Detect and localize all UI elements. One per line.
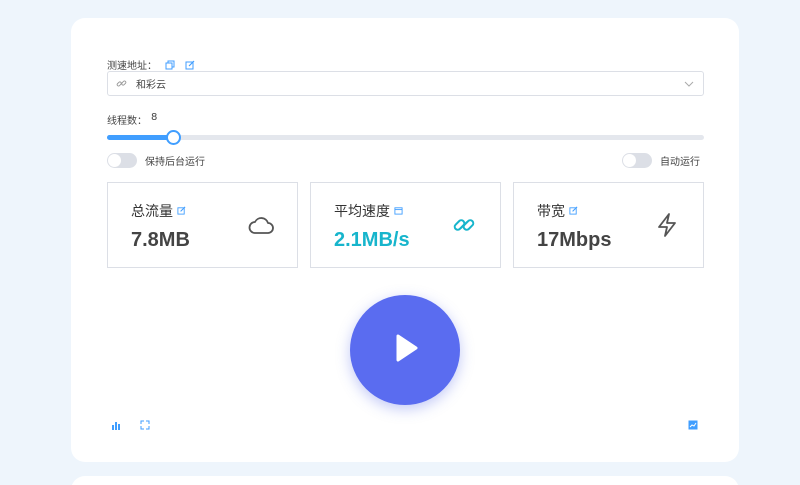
copy-icon[interactable] — [163, 58, 177, 72]
keep-background-label: 保持后台运行 — [145, 157, 205, 168]
link-icon — [116, 77, 130, 91]
threads-slider[interactable] — [107, 130, 704, 145]
secondary-card — [71, 476, 739, 485]
stat-title: 带宽 — [537, 201, 579, 221]
auto-run-row: 自动运行 — [622, 153, 700, 168]
auto-run-switch[interactable] — [622, 153, 652, 168]
edit-icon[interactable] — [177, 206, 187, 216]
fullscreen-icon[interactable] — [138, 418, 152, 432]
stat-title: 总流量 — [131, 201, 187, 221]
address-label-row: 测速地址： — [107, 57, 197, 72]
selected-source: 和彩云 — [136, 80, 166, 91]
total-traffic-value: 7.8MB — [131, 229, 190, 251]
keep-background-row: 保持后台运行 — [107, 153, 205, 168]
auto-run-label: 自动运行 — [660, 157, 700, 168]
threads-row: 线程数： 8 — [107, 112, 157, 127]
cloud-icon — [247, 211, 275, 239]
chain-link-icon — [450, 211, 478, 239]
slider-fill — [107, 135, 173, 140]
total-traffic-title: 总流量 — [131, 204, 173, 220]
avg-speed-value: 2.1MB/s — [334, 229, 410, 251]
speedtest-card: 测速地址： 和彩云 线程数： 8 保持后台运行 自动运行 总流量 7.8MB 平… — [71, 18, 739, 462]
keep-background-switch[interactable] — [107, 153, 137, 168]
image-chart-icon[interactable] — [686, 418, 700, 432]
start-test-button[interactable] — [350, 295, 460, 405]
bandwidth-value: 17Mbps — [537, 229, 612, 251]
edit-icon[interactable] — [569, 206, 579, 216]
edit-icon[interactable] — [183, 58, 197, 72]
play-icon — [388, 331, 422, 369]
address-select[interactable]: 和彩云 — [107, 71, 704, 96]
bar-chart-icon[interactable] — [109, 418, 123, 432]
threads-label: 线程数： — [107, 116, 147, 127]
address-label: 测速地址： — [107, 61, 157, 72]
slider-handle[interactable] — [165, 130, 181, 145]
lightning-icon — [653, 211, 681, 239]
threads-value: 8 — [151, 112, 158, 123]
avg-speed-title: 平均速度 — [334, 204, 390, 220]
calendar-icon[interactable] — [394, 206, 404, 216]
stat-total-traffic: 总流量 7.8MB — [107, 182, 298, 268]
stat-title: 平均速度 — [334, 201, 404, 221]
chevron-down-icon[interactable] — [683, 78, 695, 90]
bandwidth-title: 带宽 — [537, 204, 565, 220]
stat-bandwidth: 带宽 17Mbps — [513, 182, 704, 268]
stat-avg-speed: 平均速度 2.1MB/s — [310, 182, 501, 268]
